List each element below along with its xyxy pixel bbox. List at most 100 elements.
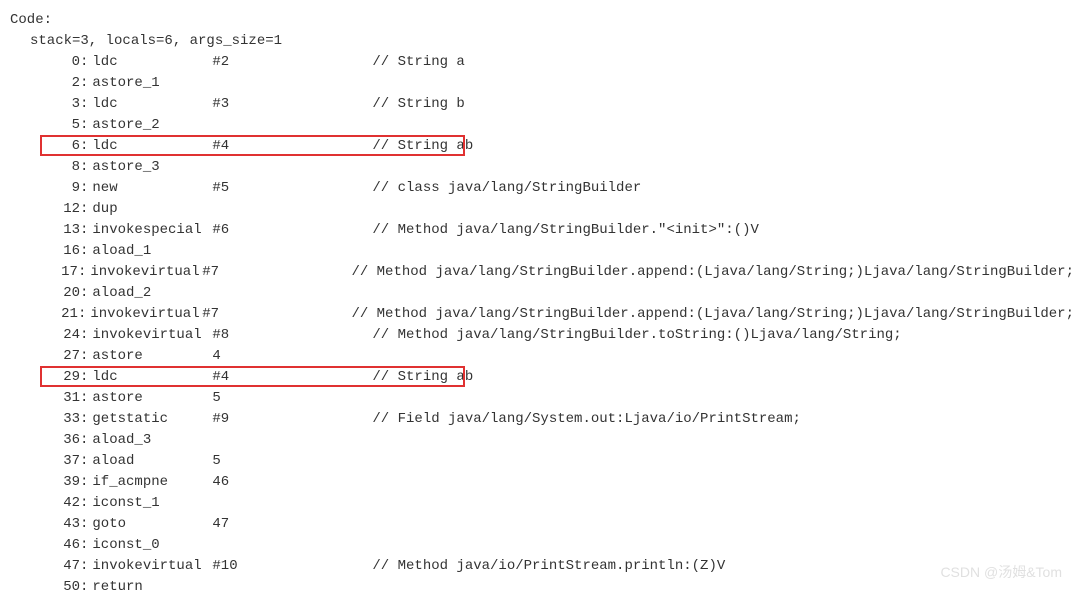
- opcode: aload_1: [92, 241, 212, 262]
- watermark: CSDN @汤姆&Tom: [940, 562, 1062, 583]
- arg: #7: [202, 262, 351, 283]
- line-number: 46: [50, 535, 80, 556]
- colon: :: [80, 472, 88, 493]
- arg: 5: [212, 451, 372, 472]
- bytecode-line: 47:invokevirtual#10// Method java/io/Pri…: [10, 556, 1074, 577]
- comment: // Method java/lang/StringBuilder.append…: [351, 262, 1074, 283]
- colon: :: [80, 577, 88, 598]
- bytecode-line: 31:astore5: [10, 388, 1074, 409]
- bytecode-line: 50:return: [10, 577, 1074, 598]
- opcode: ldc: [92, 94, 212, 115]
- bytecode-lines: 0:ldc#2// String a2:astore_13:ldc#3// St…: [10, 52, 1074, 598]
- line-number: 47: [50, 556, 80, 577]
- line-number: 21: [50, 304, 78, 325]
- opcode: iconst_0: [92, 535, 212, 556]
- opcode: new: [92, 178, 212, 199]
- bytecode-line: 24:invokevirtual#8// Method java/lang/St…: [10, 325, 1074, 346]
- opcode: astore: [92, 346, 212, 367]
- colon: :: [80, 514, 88, 535]
- bytecode-listing: Code: stack=3, locals=6, args_size=1 0:l…: [10, 10, 1074, 598]
- line-number: 17: [50, 262, 78, 283]
- code-meta-text: stack=3, locals=6, args_size=1: [30, 31, 282, 52]
- line-number: 0: [50, 52, 80, 73]
- comment: // String ab: [372, 136, 473, 157]
- opcode: invokevirtual: [92, 556, 212, 577]
- bytecode-line: 9:new#5// class java/lang/StringBuilder: [10, 178, 1074, 199]
- arg: 47: [212, 514, 372, 535]
- colon: :: [80, 157, 88, 178]
- bytecode-line: 33:getstatic#9// Field java/lang/System.…: [10, 409, 1074, 430]
- bytecode-line: 2:astore_1: [10, 73, 1074, 94]
- bytecode-line: 17:invokevirtual#7// Method java/lang/St…: [10, 262, 1074, 283]
- line-number: 24: [50, 325, 80, 346]
- bytecode-line: 6:ldc#4// String ab: [10, 136, 1074, 157]
- bytecode-line: 37:aload5: [10, 451, 1074, 472]
- comment: // String a: [372, 52, 464, 73]
- arg: #2: [212, 52, 372, 73]
- line-number: 43: [50, 514, 80, 535]
- comment: // Method java/lang/StringBuilder."<init…: [372, 220, 758, 241]
- bytecode-line: 46:iconst_0: [10, 535, 1074, 556]
- opcode: if_acmpne: [92, 472, 212, 493]
- bytecode-line: 13:invokespecial#6// Method java/lang/St…: [10, 220, 1074, 241]
- bytecode-line: 20:aload_2: [10, 283, 1074, 304]
- opcode: aload: [92, 451, 212, 472]
- colon: :: [80, 199, 88, 220]
- arg: #7: [202, 304, 351, 325]
- opcode: ldc: [92, 52, 212, 73]
- line-number: 16: [50, 241, 80, 262]
- arg: #8: [212, 325, 372, 346]
- arg: 46: [212, 472, 372, 493]
- bytecode-line: 43:goto47: [10, 514, 1074, 535]
- colon: :: [80, 430, 88, 451]
- opcode: goto: [92, 514, 212, 535]
- line-number: 13: [50, 220, 80, 241]
- colon: :: [80, 325, 88, 346]
- comment: // class java/lang/StringBuilder: [372, 178, 641, 199]
- line-number: 29: [50, 367, 80, 388]
- colon: :: [80, 94, 88, 115]
- line-number: 12: [50, 199, 80, 220]
- colon: :: [80, 115, 88, 136]
- colon: :: [78, 304, 86, 325]
- line-number: 8: [50, 157, 80, 178]
- colon: :: [80, 535, 88, 556]
- arg: 5: [212, 388, 372, 409]
- opcode: astore_3: [92, 157, 212, 178]
- opcode: invokespecial: [92, 220, 212, 241]
- opcode: dup: [92, 199, 212, 220]
- bytecode-line: 39:if_acmpne46: [10, 472, 1074, 493]
- arg: #4: [212, 136, 372, 157]
- line-number: 2: [50, 73, 80, 94]
- opcode: astore_1: [92, 73, 212, 94]
- bytecode-line: 12:dup: [10, 199, 1074, 220]
- opcode: aload_2: [92, 283, 212, 304]
- comment: // String ab: [372, 367, 473, 388]
- code-meta: stack=3, locals=6, args_size=1: [10, 31, 1074, 52]
- opcode: astore: [92, 388, 212, 409]
- line-number: 6: [50, 136, 80, 157]
- opcode: invokevirtual: [90, 262, 202, 283]
- bytecode-line: 21:invokevirtual#7// Method java/lang/St…: [10, 304, 1074, 325]
- bytecode-line: 16:aload_1: [10, 241, 1074, 262]
- colon: :: [80, 73, 88, 94]
- bytecode-line: 29:ldc#4// String ab: [10, 367, 1074, 388]
- opcode: invokevirtual: [92, 325, 212, 346]
- colon: :: [80, 220, 88, 241]
- comment: // Method java/lang/StringBuilder.toStri…: [372, 325, 901, 346]
- line-number: 42: [50, 493, 80, 514]
- comment: // Method java/lang/StringBuilder.append…: [351, 304, 1074, 325]
- colon: :: [80, 493, 88, 514]
- comment: // String b: [372, 94, 464, 115]
- line-number: 39: [50, 472, 80, 493]
- arg: #6: [212, 220, 372, 241]
- colon: :: [80, 409, 88, 430]
- code-header: Code:: [10, 10, 1074, 31]
- colon: :: [80, 136, 88, 157]
- colon: :: [80, 178, 88, 199]
- line-number: 31: [50, 388, 80, 409]
- opcode: astore_2: [92, 115, 212, 136]
- arg: #3: [212, 94, 372, 115]
- colon: :: [80, 346, 88, 367]
- bytecode-line: 3:ldc#3// String b: [10, 94, 1074, 115]
